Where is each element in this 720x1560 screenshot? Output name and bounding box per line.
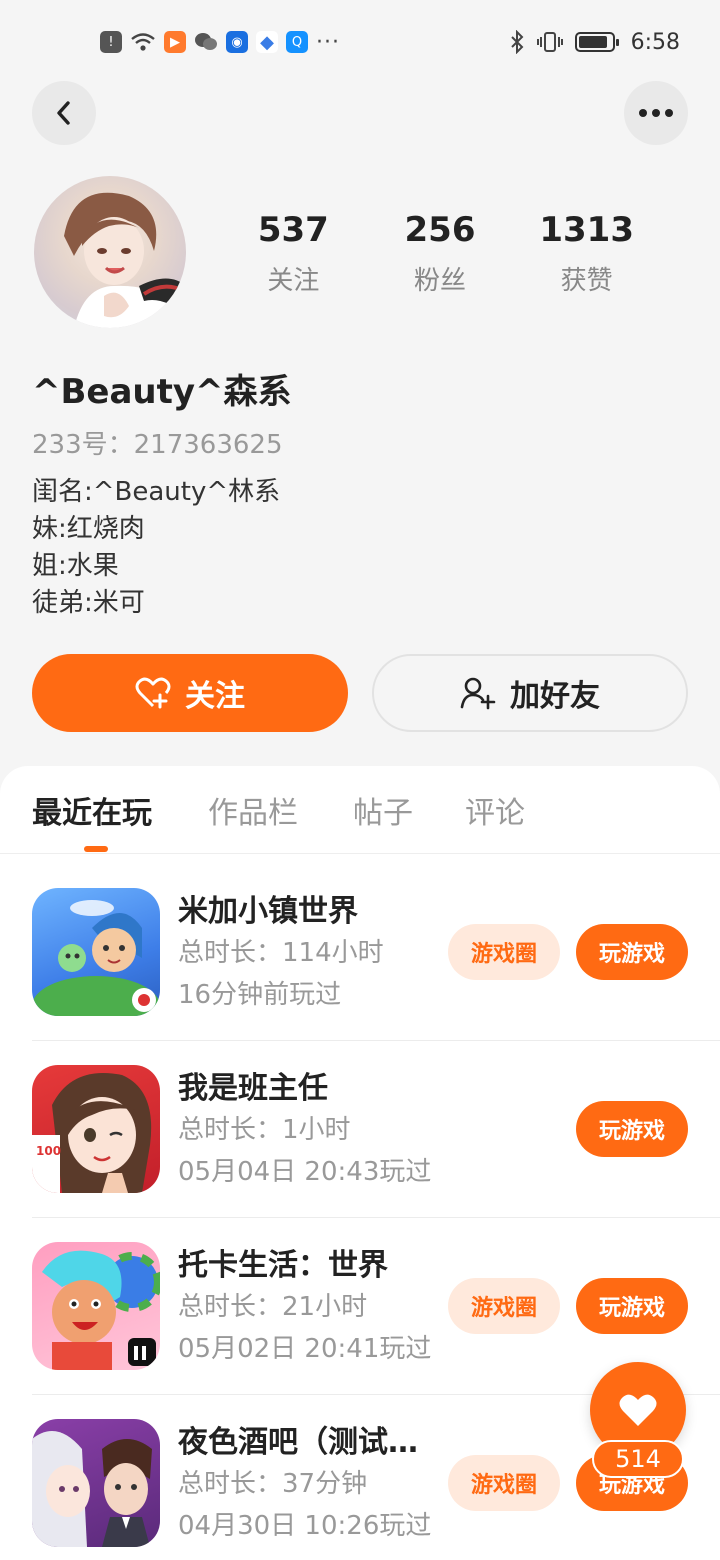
game-duration: 总时长：21小时	[178, 1292, 368, 1322]
vibrate-icon	[536, 32, 563, 52]
game-row[interactable]: 100 我是班主任 总时长：1小时 05月04日 20:43玩过 玩游戏	[32, 1041, 720, 1218]
bio-line: 姐:水果	[32, 551, 119, 581]
bio: 闺名:^Beauty^林系 妹:红烧肉 姐:水果 徒弟:米可	[32, 474, 280, 622]
more-notifications-icon: ···	[316, 29, 340, 55]
game-name: 夜色酒吧（测试…	[178, 1425, 418, 1460]
stat-following[interactable]: 537 关注	[220, 210, 367, 297]
stat-value: 537	[257, 210, 329, 250]
game-circle-button[interactable]: 游戏圈	[448, 924, 560, 980]
add-friend-label: 加好友	[510, 679, 600, 714]
username: ^Beauty^森系	[32, 372, 292, 412]
add-user-icon	[460, 677, 496, 710]
game-last-played: 16分钟前玩过	[178, 980, 342, 1010]
add-friend-button[interactable]: 加好友	[372, 654, 688, 732]
tab-recently-played[interactable]: 最近在玩	[32, 788, 152, 832]
game-duration: 总时长：1小时	[178, 1115, 351, 1145]
stat-value: 1313	[539, 210, 634, 250]
game-row[interactable]: 米加小镇世界 总时长：114小时 16分钟前玩过 游戏圈 玩游戏	[32, 864, 720, 1041]
svg-text:100: 100	[36, 1144, 61, 1158]
video-app-icon: ▶	[164, 31, 186, 53]
stat-label: 关注	[267, 266, 320, 296]
wechat-icon	[195, 33, 217, 50]
bulb-app-icon: ◉	[226, 31, 248, 53]
game-last-played: 04月30日 10:26玩过	[178, 1511, 432, 1541]
heart-icon	[619, 1394, 657, 1426]
play-game-button[interactable]: 玩游戏	[576, 924, 688, 980]
avatar-image	[64, 192, 186, 328]
game-name: 托卡生活：世界	[178, 1248, 388, 1283]
active-tab-indicator	[84, 846, 108, 852]
browser-icon: ◆	[256, 31, 278, 53]
profile-stats: 537 关注 256 粉丝 1313 获赞	[220, 210, 660, 297]
status-bar: ! ▶ ◉ ◆ Q ··· 6:58	[0, 0, 720, 84]
wifi-icon	[131, 33, 155, 51]
game-name: 米加小镇世界	[178, 894, 358, 929]
play-game-button[interactable]: 玩游戏	[576, 1278, 688, 1334]
stat-followers[interactable]: 256 粉丝	[367, 210, 514, 297]
game-circle-button[interactable]: 游戏圈	[448, 1278, 560, 1334]
game-duration: 总时长：37分钟	[178, 1469, 368, 1499]
follow-button[interactable]: 关注	[32, 654, 348, 732]
search-app-icon: Q	[286, 31, 308, 53]
play-game-button[interactable]: 玩游戏	[576, 1101, 688, 1157]
game-icon[interactable]	[32, 1419, 160, 1547]
tab-comments[interactable]: 评论	[465, 788, 525, 832]
bio-line: 闺名:^Beauty^林系	[32, 477, 281, 507]
heart-plus-icon	[135, 677, 171, 709]
more-horizontal-icon	[639, 109, 673, 117]
status-icons-right: 6:58	[509, 30, 680, 55]
more-button[interactable]	[624, 81, 688, 145]
tab-posts[interactable]: 帖子	[353, 788, 413, 832]
avatar[interactable]	[34, 176, 186, 328]
bio-line: 徒弟:米可	[32, 588, 145, 618]
like-count: 514	[592, 1440, 684, 1478]
game-artwork	[32, 1431, 152, 1547]
game-artwork	[42, 1250, 160, 1370]
bluetooth-icon	[510, 30, 524, 54]
chevron-left-icon	[57, 101, 70, 125]
stat-label: 粉丝	[414, 266, 467, 296]
bio-line: 妹:红烧肉	[32, 514, 145, 544]
back-button[interactable]	[32, 81, 96, 145]
game-last-played: 05月02日 20:41玩过	[178, 1334, 432, 1364]
stat-label: 获赞	[560, 266, 613, 296]
user-id: 233号：217363625	[32, 430, 283, 460]
stat-likes[interactable]: 1313 获赞	[513, 210, 660, 297]
tab-bar: 最近在玩 作品栏 帖子 评论	[0, 766, 720, 854]
alert-icon: !	[100, 31, 122, 53]
game-last-played: 05月04日 20:43玩过	[178, 1157, 432, 1187]
game-duration: 总时长：114小时	[178, 938, 384, 968]
game-artwork	[32, 900, 160, 1016]
follow-label: 关注	[185, 679, 245, 714]
status-icons-left: ! ▶ ◉ ◆ Q ···	[100, 30, 340, 55]
game-icon[interactable]: 100	[32, 1065, 160, 1193]
game-name: 我是班主任	[178, 1071, 328, 1106]
battery-icon	[574, 32, 619, 52]
stat-value: 256	[404, 210, 476, 250]
game-icon[interactable]	[32, 888, 160, 1016]
tab-works[interactable]: 作品栏	[208, 788, 298, 832]
game-circle-button[interactable]: 游戏圈	[448, 1455, 560, 1511]
game-artwork: 100	[32, 1073, 152, 1193]
status-time: 6:58	[630, 29, 680, 55]
game-icon[interactable]	[32, 1242, 160, 1370]
